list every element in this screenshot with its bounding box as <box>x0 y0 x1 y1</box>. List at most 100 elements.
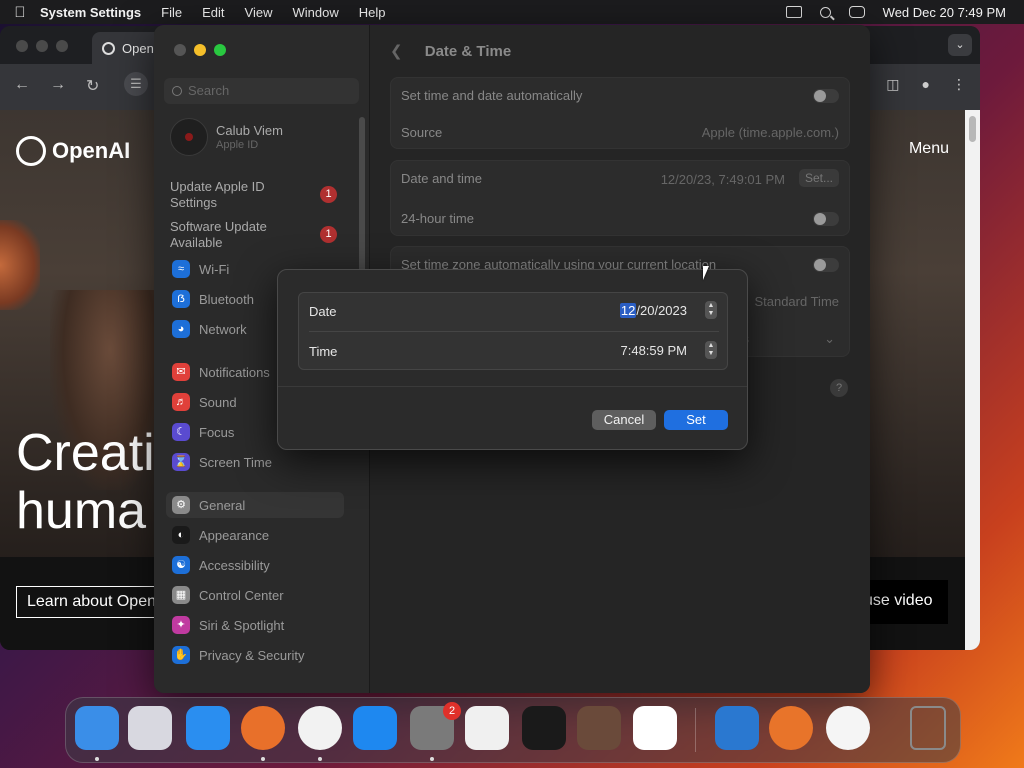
source-value[interactable]: Apple (time.apple.com.) <box>702 125 839 140</box>
back-chevron-icon[interactable]: ❮ <box>390 43 403 60</box>
sidebar-item-screen-time[interactable]: ⌛ Screen Time <box>166 449 344 475</box>
sidebar-item-label: Notifications <box>199 364 270 380</box>
dock-launchpad-icon[interactable] <box>128 706 172 750</box>
forward-arrow-icon[interactable]: → <box>50 76 66 94</box>
sidebar-item-label: Bluetooth <box>199 291 254 307</box>
lamp-image <box>0 220 40 310</box>
dock-finder-icon[interactable] <box>75 706 119 750</box>
scrollbar-thumb[interactable] <box>969 116 976 142</box>
avatar <box>170 118 208 156</box>
auto-timezone-toggle[interactable] <box>813 258 839 272</box>
dock-firefox-icon[interactable] <box>241 706 285 750</box>
time-stepper[interactable]: ▲ ▼ <box>705 341 717 359</box>
dock: 2 <box>65 697 961 763</box>
tab-search-dropdown-icon[interactable]: ⌄ <box>948 34 972 56</box>
sidebar-item-appearance[interactable]: ◐ Appearance <box>166 522 344 548</box>
openai-logo[interactable]: OpenAI <box>16 136 130 166</box>
sidebar-item-label: Privacy & Security <box>199 647 305 663</box>
sidebar-item-siri-spotlight[interactable]: ✦ Siri & Spotlight <box>166 612 344 638</box>
close-button[interactable] <box>174 44 186 56</box>
sidebar-item-label: Network <box>199 321 247 337</box>
hero-line-2: huma <box>16 482 147 540</box>
minimize-button[interactable] <box>194 44 206 56</box>
apple-menu-icon[interactable]:  <box>0 4 40 21</box>
openai-knot-icon <box>16 136 46 166</box>
globe-icon: ◕ <box>172 320 190 338</box>
dock-trash-icon[interactable] <box>910 706 946 750</box>
sidebar-item-label: Sound <box>199 394 237 410</box>
sidebar-item-privacy-security[interactable]: ✋ Privacy & Security <box>166 642 344 668</box>
sidebar-item-control-center[interactable]: ▦ Control Center <box>166 582 344 608</box>
menu-app-name[interactable]: System Settings <box>40 5 141 20</box>
software-update-notice[interactable]: Software Update Available <box>170 219 310 251</box>
menu-file[interactable]: File <box>161 5 182 20</box>
screen-mirroring-icon[interactable] <box>785 6 802 18</box>
dock-chrome-icon[interactable] <box>298 706 342 750</box>
dock-vs-code-icon[interactable] <box>633 706 677 750</box>
menu-view[interactable]: View <box>245 5 273 20</box>
sidepanel-icon[interactable]: ◫ <box>886 76 899 93</box>
search-placeholder: Search <box>188 83 230 98</box>
dock-terminal-icon[interactable] <box>522 706 566 750</box>
dock-safari-icon[interactable] <box>186 706 230 750</box>
set-date-time-button[interactable]: Set... <box>798 169 839 187</box>
profile-icon[interactable]: ● <box>922 76 930 93</box>
site-menu-link[interactable]: Menu <box>909 140 949 158</box>
zoom-button[interactable] <box>214 44 226 56</box>
dock-textedit-icon[interactable] <box>465 706 509 750</box>
gear-icon: ⚙ <box>172 496 190 514</box>
menu-clock[interactable]: Wed Dec 20 7:49 PM <box>883 5 1006 20</box>
menu-help[interactable]: Help <box>359 5 386 20</box>
date-time-value: 12/20/23, 7:49:01 PM <box>660 172 785 187</box>
zoom-button[interactable] <box>56 40 68 52</box>
browser-scrollbar[interactable] <box>965 110 980 650</box>
back-arrow-icon[interactable]: ← <box>14 76 30 94</box>
auto-time-toggle[interactable] <box>813 89 839 103</box>
date-month-segment[interactable]: 12 <box>619 303 637 318</box>
hour24-toggle[interactable] <box>813 212 839 226</box>
set-button[interactable]: Set <box>664 410 728 430</box>
date-field[interactable]: 12/20/2023 <box>619 303 687 318</box>
dock-clock-icon[interactable] <box>826 706 870 750</box>
help-button[interactable]: ? <box>830 379 848 397</box>
spotlight-search-icon[interactable] <box>819 6 831 18</box>
date-time-label: Date and time <box>401 171 482 186</box>
cancel-button[interactable]: Cancel <box>592 410 656 430</box>
dock-running-indicator <box>95 757 99 761</box>
sidebar-item-accessibility[interactable]: ☯ Accessibility <box>166 552 344 578</box>
sidebar-item-label: Wi-Fi <box>199 261 230 277</box>
date-rest-segment[interactable]: /20/2023 <box>636 303 687 318</box>
siri-icon: ✦ <box>172 616 190 634</box>
menu-bar:  System Settings File Edit View Window … <box>0 0 1024 24</box>
more-menu-icon[interactable]: ⋮ <box>952 76 966 93</box>
date-stepper[interactable]: ▲ ▼ <box>705 301 717 319</box>
page-title-text: Date & Time <box>424 43 512 60</box>
reload-icon[interactable]: ↻ <box>86 76 99 96</box>
dock-garageband-icon[interactable] <box>577 706 621 750</box>
site-settings-icon[interactable]: ☰ <box>124 72 148 96</box>
account-subtitle: Apple ID <box>216 139 259 151</box>
sidebar-scrollbar[interactable] <box>359 117 365 287</box>
chevron-down-icon[interactable]: ⌄ <box>824 331 835 347</box>
openai-logo-text: OpenAI <box>52 138 131 163</box>
dock-app-store-icon[interactable] <box>353 706 397 750</box>
time-field[interactable]: 7:48:59 PM <box>621 343 688 358</box>
account-name: Calub Viem <box>216 123 283 138</box>
control-center-icon[interactable] <box>848 6 865 18</box>
learn-about-button[interactable]: Learn about Open <box>16 586 176 618</box>
minimize-button[interactable] <box>36 40 48 52</box>
menu-window[interactable]: Window <box>292 5 338 20</box>
menu-edit[interactable]: Edit <box>202 5 224 20</box>
update-apple-id-notice[interactable]: Update Apple ID Settings <box>170 179 310 211</box>
browser-tab[interactable]: Open <box>92 32 162 64</box>
sidebar-item-label: Accessibility <box>199 557 270 573</box>
dock-alfred-icon[interactable] <box>769 706 813 750</box>
bell-icon: ✉ <box>172 363 190 381</box>
settings-search-input[interactable]: Search <box>164 78 359 104</box>
sidebar-item-general[interactable]: ⚙ General <box>166 492 344 518</box>
timezone-value: Standard Time <box>754 294 839 309</box>
dock-weather-icon[interactable] <box>715 706 759 750</box>
openai-favicon-icon <box>102 42 115 55</box>
hourglass-icon: ⌛ <box>172 453 190 471</box>
close-button[interactable] <box>16 40 28 52</box>
